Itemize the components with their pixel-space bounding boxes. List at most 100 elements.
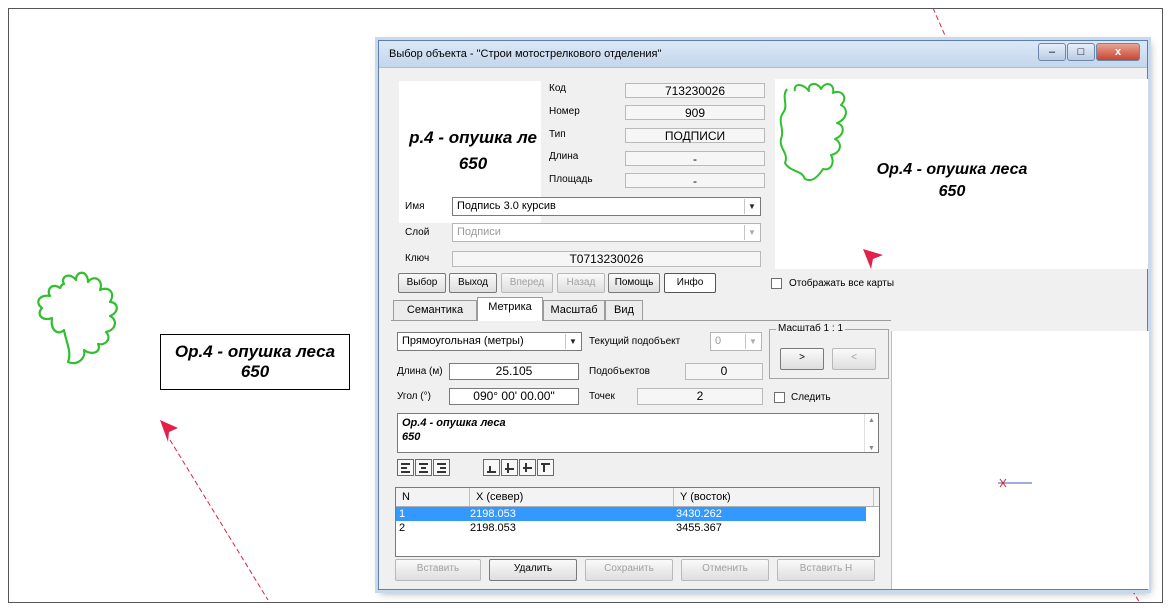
select-button[interactable]: Выбор [398,273,446,293]
area-value: - [625,173,765,188]
label-text-line1: Ор.4 - опушка леса [402,417,506,429]
route-line-top [932,7,948,41]
key-label: Ключ [405,253,430,264]
current-sub-value: 0 [715,335,722,347]
align-left-icon[interactable] [397,459,414,476]
layer-select-value: Подписи [457,226,501,238]
projection-select[interactable]: Прямоугольная (метры) ▼ [397,332,582,351]
table-row[interactable]: 2 2198.053 3455.367 [396,521,866,535]
name-label: Имя [405,201,425,212]
layer-label: Слой [405,227,430,238]
forward-button[interactable]: Вперед [501,273,553,293]
maximize-button[interactable]: □ [1067,43,1095,61]
current-sub-select[interactable]: 0 ▼ [710,332,762,351]
valign-middle-icon[interactable] [519,459,536,476]
exit-button[interactable]: Выход [449,273,497,293]
label-text-line2: 650 [402,431,421,443]
number-label: Номер [549,106,580,117]
text-scrollbar[interactable]: ▲ ▼ [864,414,878,452]
code-value: 713230026 [625,83,765,98]
insert-n-button[interactable]: Вставить Н [777,559,875,581]
insert-button[interactable]: Вставить [395,559,481,581]
tab-scale[interactable]: Масштаб [543,300,605,320]
subobjects-label: Подобъектов [589,366,650,377]
points-label: Точек [589,391,615,402]
header-y[interactable]: Y (восток) [674,488,874,506]
select-object-dialog: Выбор объекта - "Строи мотострелкового о… [378,40,1149,590]
save-button[interactable]: Сохранить [585,559,673,581]
chevron-down-icon[interactable]: ▼ [565,334,580,349]
area-label: Площадь [549,174,593,185]
title-bar[interactable]: Выбор объекта - "Строи мотострелкового о… [379,41,1147,68]
cancel-button[interactable]: Отменить [681,559,769,581]
back-button[interactable]: Назад [557,273,605,293]
number-value: 909 [625,105,765,120]
cell-x: 2198.053 [470,508,516,520]
close-button[interactable]: x [1096,43,1140,61]
length-label: Длина (м) [397,366,443,377]
scale-group: Масштаб 1 : 1 > < [769,323,889,379]
show-all-maps-checkbox[interactable] [771,278,782,289]
valign-bottom-icon[interactable] [483,459,500,476]
table-row[interactable]: 1 2198.053 3430.262 [396,507,866,521]
metric-preview[interactable] [891,331,1149,589]
points-value: 2 [637,388,763,405]
preview-text-line1: р.4 - опушка ле [409,128,537,147]
length-input[interactable]: 25.105 [449,363,579,380]
align-center-icon[interactable] [415,459,432,476]
preview-label-line2: 650 [938,183,966,200]
type-label: Тип [549,129,566,140]
route-line-bottom [1131,589,1141,604]
info-button[interactable]: Инфо [664,273,716,293]
chevron-down-icon[interactable]: ▼ [745,334,760,349]
show-all-maps-label: Отображать все карты [789,278,895,289]
header-n[interactable]: N [396,488,470,506]
layer-select[interactable]: Подписи ▼ [452,223,761,242]
label-text-area[interactable]: Ор.4 - опушка леса 650 ▲ ▼ [397,413,879,453]
delete-button[interactable]: Удалить [489,559,577,581]
key-value: Т0713230026 [452,251,761,267]
cell-y: 3455.367 [676,522,722,534]
forest-contour [37,271,118,365]
projection-select-value: Прямоугольная (метры) [402,335,524,347]
map-object-label[interactable]: Ор.4 - опушка леса 650 [160,334,350,390]
table-header: N X (север) Y (восток) [396,488,879,507]
type-value: ПОДПИСИ [625,128,765,143]
scale-prev-button[interactable]: < [832,348,876,370]
header-x[interactable]: X (север) [470,488,674,506]
valign-baseline-icon[interactable] [501,459,518,476]
map-label-line1: Ор.4 - опушка леса [174,342,336,361]
help-button[interactable]: Помощь [608,273,660,293]
cell-x: 2198.053 [470,522,516,534]
map-preview[interactable]: Ор.4 - опушка леса 650 [775,79,1148,269]
current-sub-label: Текущий подобъект [589,336,681,347]
cell-y: 3430.262 [676,508,722,520]
angle-label: Угол (°) [397,391,431,402]
preview-label-line1: Ор.4 - опушка леса [876,161,1028,178]
align-right-icon[interactable] [433,459,450,476]
subobjects-value: 0 [685,363,763,380]
scale-next-button[interactable]: > [780,348,824,370]
valign-top-icon[interactable] [537,459,554,476]
cursor-marker [998,478,1032,488]
name-select-value: Подпись 3.0 курсив [457,200,556,212]
window-title: Выбор объекта - "Строи мотострелкового о… [389,48,662,60]
length-info-label: Длина [549,151,579,162]
chevron-down-icon[interactable]: ▼ [744,225,759,240]
tab-semantics[interactable]: Семантика [393,300,477,320]
cell-n: 1 [399,508,406,520]
tab-view[interactable]: Вид [605,300,643,320]
chevron-down-icon[interactable]: ▼ [744,199,759,214]
follow-checkbox[interactable] [774,392,785,403]
cell-n: 2 [399,522,406,534]
name-select[interactable]: Подпись 3.0 курсив ▼ [452,197,761,216]
minimize-button[interactable]: – [1038,43,1066,61]
tab-metrics[interactable]: Метрика [477,297,543,321]
angle-input[interactable]: 090° 00' 00.00" [449,388,579,405]
scale-caption: Масштаб 1 : 1 [776,323,846,334]
length-info-value: - [625,151,765,166]
coordinates-table[interactable]: N X (север) Y (восток) 1 2198.053 3430.2… [395,487,880,557]
preview-arrow-icon [863,249,883,269]
arrow-icon [160,420,178,442]
code-label: Код [549,83,567,94]
